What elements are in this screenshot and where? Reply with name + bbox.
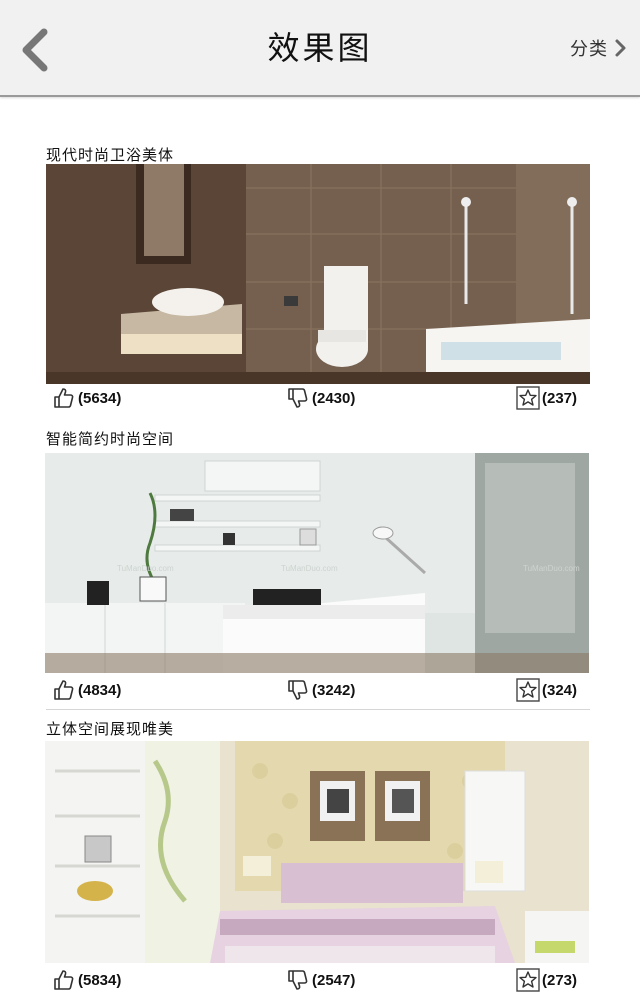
page-title: 效果图 — [267, 29, 373, 67]
office-photo: TuManDuo.com TuManDuo.com TuManDuo.com — [45, 453, 589, 673]
thumbs-up-icon — [54, 680, 74, 700]
like-button[interactable]: (5834) — [52, 968, 121, 992]
bathroom-photo — [46, 164, 590, 384]
svg-text:TuManDuo.com: TuManDuo.com — [281, 564, 338, 573]
svg-text:TuManDuo.com: TuManDuo.com — [117, 564, 174, 573]
favorite-count: (324) — [542, 681, 578, 699]
like-button[interactable]: (5634) — [52, 386, 121, 410]
star-icon — [516, 968, 540, 992]
favorite-button[interactable]: (237) — [516, 386, 577, 410]
dislike-count: (2547) — [312, 971, 356, 989]
like-count: (4834) — [78, 681, 122, 699]
category-button[interactable]: 分类 — [570, 32, 628, 64]
post-actions: (5834) (2547) (273) — [0, 968, 640, 996]
dislike-count: (2430) — [312, 389, 356, 407]
star-icon — [516, 386, 540, 410]
thumbs-up-icon — [54, 388, 74, 408]
post-photo[interactable] — [46, 164, 590, 384]
svg-text:TuManDuo.com: TuManDuo.com — [523, 564, 580, 573]
post-title[interactable]: 智能简约时尚空间 — [46, 428, 174, 449]
favorite-count: (237) — [542, 389, 578, 407]
thumbs-up-icon — [54, 970, 74, 990]
back-button[interactable] — [16, 26, 56, 74]
app-header: 效果图 分类 — [0, 0, 640, 97]
thumbs-down-icon — [288, 388, 308, 408]
dislike-button[interactable]: (2430) — [286, 386, 355, 410]
dislike-button[interactable]: (3242) — [286, 678, 355, 702]
bedroom-photo — [45, 741, 589, 963]
favorite-button[interactable]: (324) — [516, 678, 577, 702]
post-photo[interactable]: TuManDuo.com TuManDuo.com TuManDuo.com — [45, 453, 589, 673]
category-label: 分类 — [570, 39, 608, 60]
star-icon — [516, 678, 540, 702]
like-count: (5834) — [78, 971, 122, 989]
like-button[interactable]: (4834) — [52, 678, 121, 702]
post-actions: (5634) (2430) (237) — [0, 386, 640, 414]
post-photo[interactable] — [45, 741, 589, 963]
dislike-count: (3242) — [312, 681, 356, 699]
favorite-count: (273) — [542, 971, 578, 989]
divider — [46, 709, 590, 710]
thumbs-down-icon — [288, 680, 308, 700]
thumbs-down-icon — [288, 970, 308, 990]
dislike-button[interactable]: (2547) — [286, 968, 355, 992]
post-actions: (4834) (3242) (324) — [0, 678, 640, 706]
like-count: (5634) — [78, 389, 122, 407]
favorite-button[interactable]: (273) — [516, 968, 577, 992]
chevron-right-icon — [615, 39, 626, 57]
post-title[interactable]: 现代时尚卫浴美体 — [46, 144, 174, 165]
post-title[interactable]: 立体空间展现唯美 — [46, 718, 174, 739]
chevron-left-icon — [22, 28, 48, 72]
